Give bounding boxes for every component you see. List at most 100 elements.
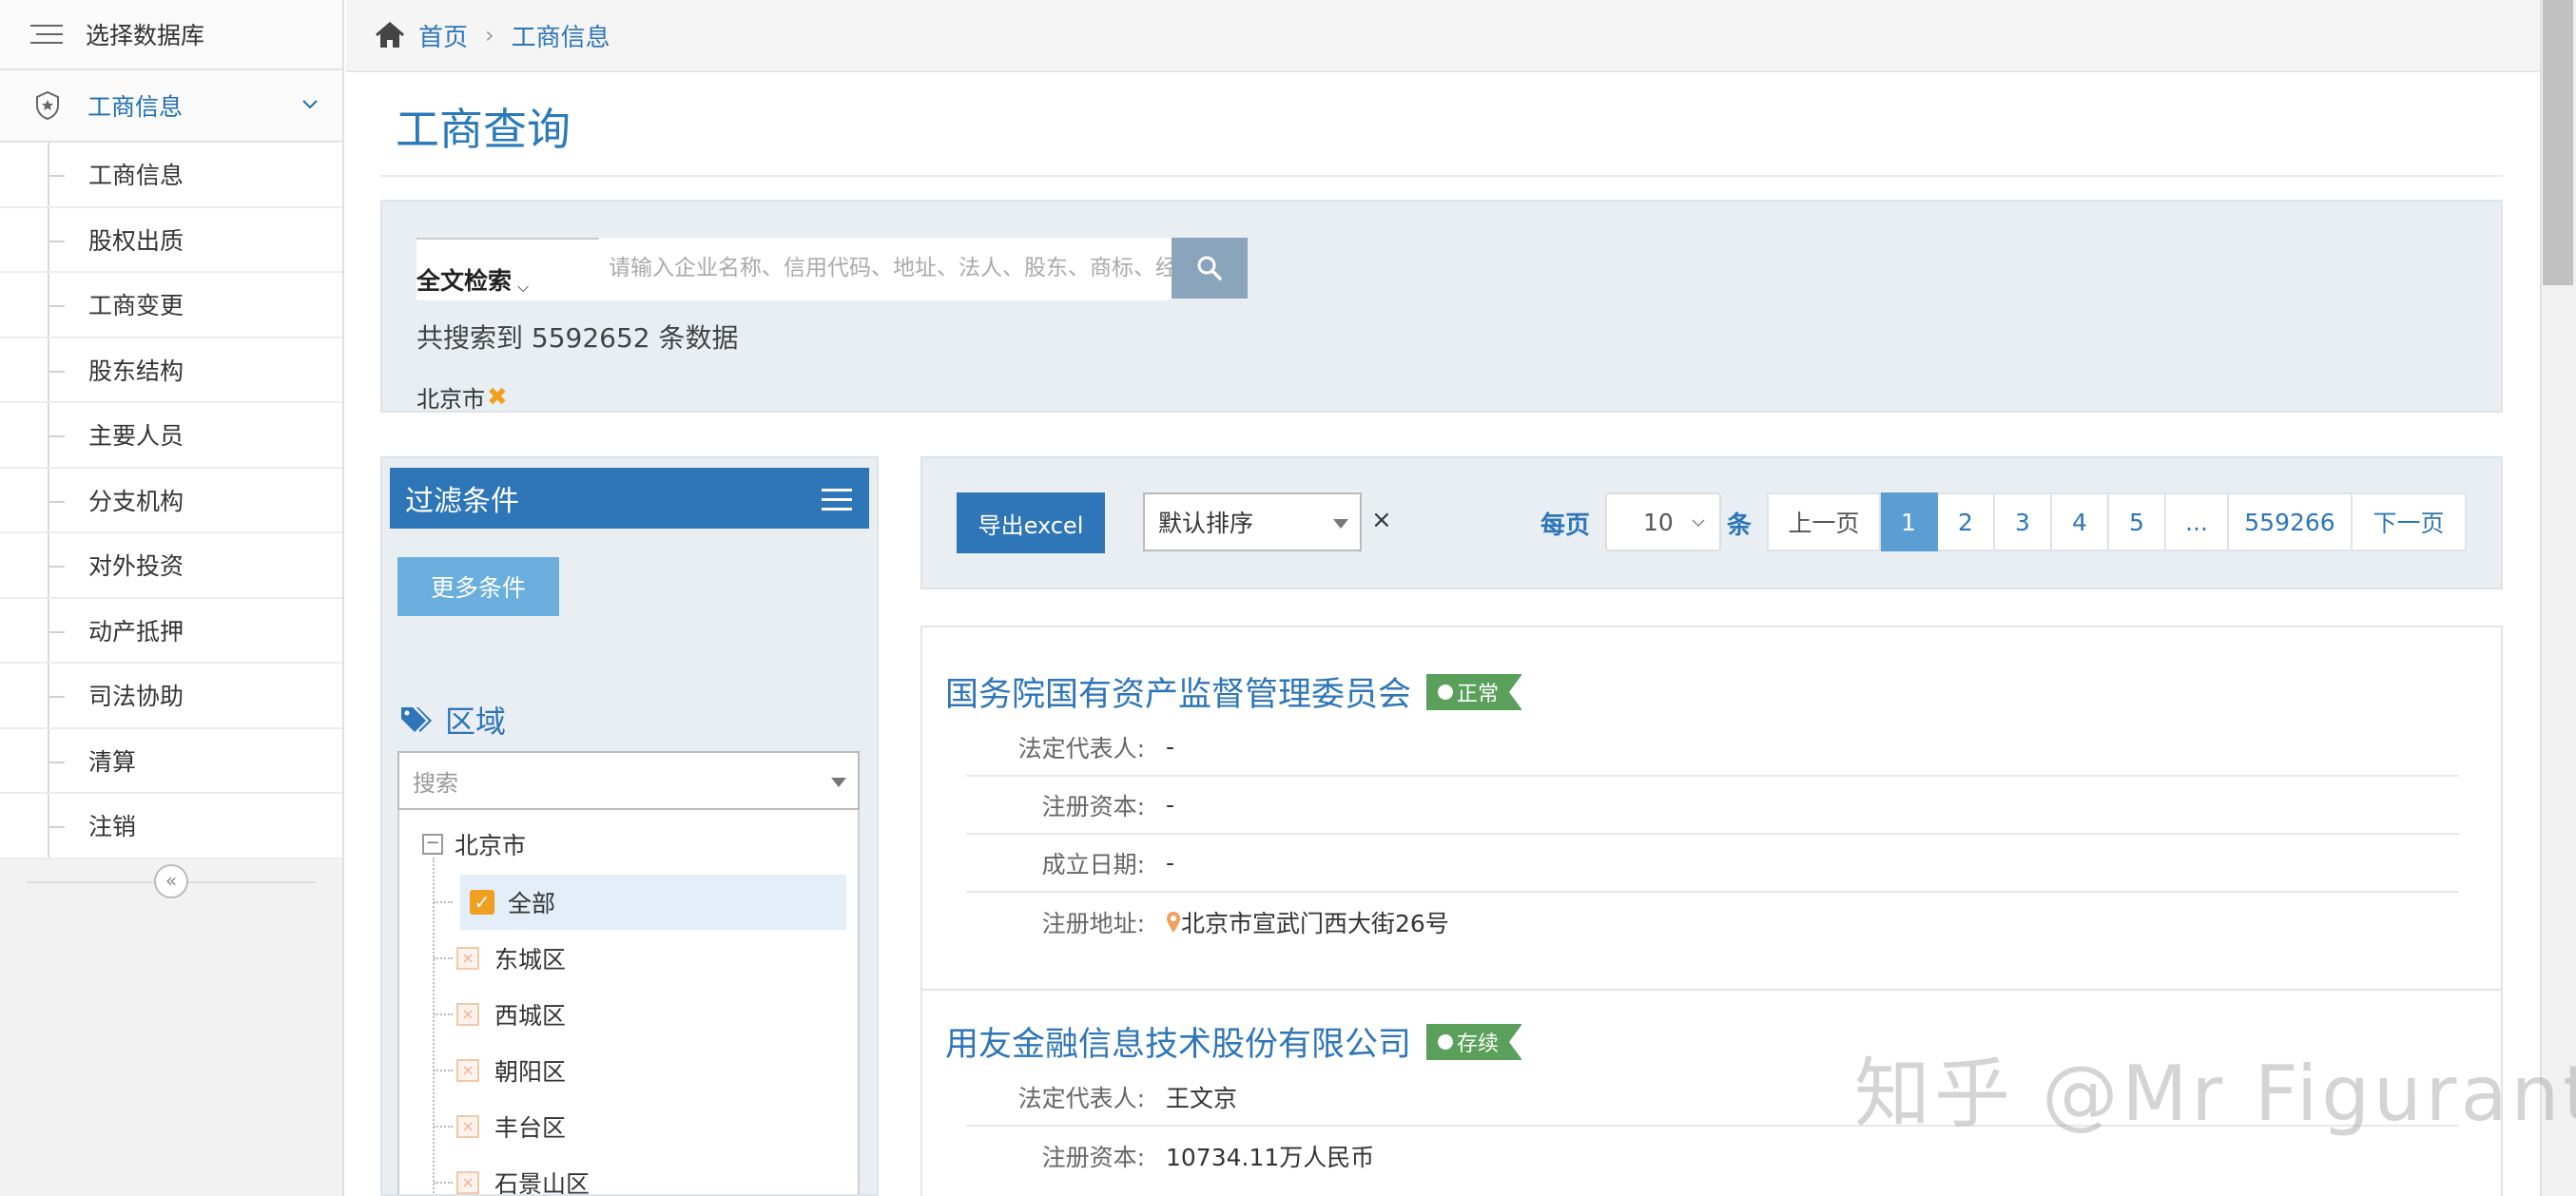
watermark: 知乎 @Mr Figurant [1854, 1050, 2576, 1138]
sidebar-item[interactable]: 司法协助 [0, 664, 342, 729]
sidebar-item-label: 对外投资 [88, 552, 184, 581]
sidebar-item[interactable]: 工商变更 [0, 273, 342, 338]
tree-item[interactable]: ✓ 全部 [434, 875, 846, 930]
field-value-text: - [1166, 849, 1175, 877]
status-badge: 正常 [1426, 673, 1523, 710]
sidebar-item[interactable]: 股东结构 [0, 338, 342, 403]
pagination-item[interactable]: 4 [2052, 492, 2109, 551]
field-value: 王文京 [1166, 1080, 1237, 1114]
tree-item-label: 朝阳区 [494, 1058, 567, 1086]
breadcrumb-current[interactable]: 工商信息 [512, 18, 610, 53]
tree-item[interactable]: × 丰台区 [433, 1099, 566, 1154]
sidebar-item[interactable]: 注销 [0, 794, 342, 859]
page-size-select[interactable]: 10 [1605, 492, 1721, 551]
tree-item[interactable]: × 东城区 [433, 931, 566, 986]
checkbox-unchecked-icon[interactable]: × [456, 947, 479, 970]
menu-icon[interactable] [822, 489, 852, 511]
list-icon [30, 25, 65, 44]
collapse-node-icon[interactable]: − [422, 834, 443, 855]
company-field-row: 注册资本: - [966, 777, 2459, 835]
field-value-text: - [1166, 733, 1175, 761]
checkbox-unchecked-icon[interactable]: × [456, 1059, 479, 1082]
search-icon [1197, 256, 1222, 280]
sidebar-item[interactable]: 主要人员 [0, 403, 342, 469]
company-name-link[interactable]: 国务院国有资产监督管理委员会 正常 [945, 667, 1523, 716]
company-field-row: 法定代表人: - [966, 719, 2459, 777]
per-page-label: 每页 [1540, 511, 1591, 540]
breadcrumb-separator: › [485, 22, 494, 48]
status-badge: 存续 [1426, 1023, 1523, 1060]
sort-select[interactable]: 默认排序 [1143, 492, 1362, 551]
sidebar-item[interactable]: 对外投资 [0, 533, 342, 599]
sidebar: 选择数据库 工商信息 工商信息 股权出质 工商变更 股东结构 主要人员 分支机构 对外投资动… [0, 0, 344, 1196]
field-value: - [1166, 791, 1174, 819]
pagination-item[interactable]: 559266 [2229, 492, 2353, 551]
chevron-down-icon [302, 100, 318, 109]
tree-item[interactable]: × 朝阳区 [433, 1043, 567, 1098]
page-title: 工商查询 [396, 104, 571, 155]
tree-item[interactable]: × 西城区 [433, 987, 566, 1042]
company-name-link[interactable]: 用友金融信息技术股份有限公司 存续 [945, 1017, 1523, 1066]
export-excel-button[interactable]: 导出excel [957, 492, 1105, 553]
search-button[interactable] [1172, 238, 1248, 299]
pagination-item[interactable]: 2 [1938, 492, 1995, 551]
tree-root-node[interactable]: − 北京市 [422, 827, 526, 861]
search-input[interactable] [599, 238, 1172, 299]
sidebar-item[interactable]: 分支机构 [0, 469, 342, 533]
company-field-row: 成立日期: - [966, 835, 2459, 893]
result-count: 共搜索到 5592652 条数据 [416, 322, 739, 354]
checkbox-unchecked-icon[interactable]: × [456, 1115, 479, 1138]
sidebar-group-business-info[interactable]: 工商信息 [0, 70, 342, 143]
sidebar-item-label: 工商变更 [88, 292, 184, 320]
field-value-text: - [1166, 791, 1175, 819]
active-filter-tag: 北京市 ✖ [416, 380, 508, 414]
tree-root-label: 北京市 [455, 832, 527, 859]
caret-down-icon: ⌵ [517, 278, 530, 296]
status-text: 存续 [1457, 1032, 1500, 1056]
select-database-button[interactable]: 选择数据库 [0, 0, 342, 70]
filter-header-title: 过滤条件 [405, 485, 519, 518]
pagination-item[interactable]: 5 [2109, 492, 2166, 551]
tags-icon [401, 707, 432, 732]
more-conditions-button[interactable]: 更多条件 [397, 557, 559, 616]
pagination-item[interactable]: 3 [1995, 492, 2052, 551]
page-size-value: 10 [1643, 508, 1674, 536]
tree-item[interactable]: × 石景山区 [433, 1155, 590, 1194]
active-filter-label: 北京市 [416, 386, 485, 413]
search-mode-select[interactable]: 全文检索 ⌵ [416, 238, 599, 300]
breadcrumb-home-link[interactable]: 首页 [418, 18, 468, 53]
field-value: - [1166, 733, 1174, 761]
field-value: 北京市宣武门西大街26号 [1166, 905, 1449, 939]
pagination-item[interactable]: 上一页 [1767, 492, 1881, 551]
sidebar-item[interactable]: 工商信息 [0, 143, 342, 208]
field-label: 成立日期: [1041, 850, 1145, 878]
checkbox-unchecked-icon[interactable]: × [456, 1003, 479, 1026]
collapse-sidebar-button[interactable]: « [154, 864, 188, 898]
pagination-item[interactable]: 1 [1881, 492, 1938, 551]
sidebar-item-label: 司法协助 [88, 683, 184, 711]
clear-sort-icon[interactable]: × [1371, 506, 1392, 534]
filter-panel: 过滤条件 更多条件 区域 搜索 − 北京市 ✓ 全部 × 东城区 × 西城区 × 朝阳区 × 丰台… [380, 456, 879, 1196]
checkbox-unchecked-icon[interactable]: × [456, 1171, 479, 1194]
sidebar-item[interactable]: 股权出质 [0, 208, 342, 273]
field-value: - [1166, 849, 1174, 877]
chevron-down-icon [1692, 519, 1705, 528]
search-panel: 全文检索 ⌵ 共搜索到 5592652 条数据 北京市 ✖ [380, 200, 2503, 413]
sidebar-item-label: 注销 [88, 813, 137, 841]
filter-header: 过滤条件 [390, 468, 869, 529]
scrollbar-thumb[interactable] [2543, 0, 2573, 285]
pagination-item[interactable]: ... [2166, 492, 2229, 551]
pagination-item[interactable]: 下一页 [2353, 492, 2467, 551]
caret-down-icon [831, 778, 846, 787]
checkbox-checked-icon[interactable]: ✓ [470, 890, 494, 915]
pagination: 上一页 1 2 3 4 5... 559266 下一页 [1767, 492, 2467, 551]
sidebar-item[interactable]: 清算 [0, 729, 342, 794]
sidebar-item-label: 主要人员 [88, 422, 184, 451]
field-label: 注册资本: [1041, 1143, 1145, 1171]
remove-filter-icon[interactable]: ✖ [487, 383, 508, 412]
region-label: 区域 [445, 704, 507, 740]
field-value: 10734.11万人民币 [1166, 1139, 1374, 1173]
sidebar-item[interactable]: 动产抵押 [0, 599, 342, 664]
region-search-select[interactable]: 搜索 [397, 751, 860, 810]
region-heading: 区域 [399, 698, 506, 742]
